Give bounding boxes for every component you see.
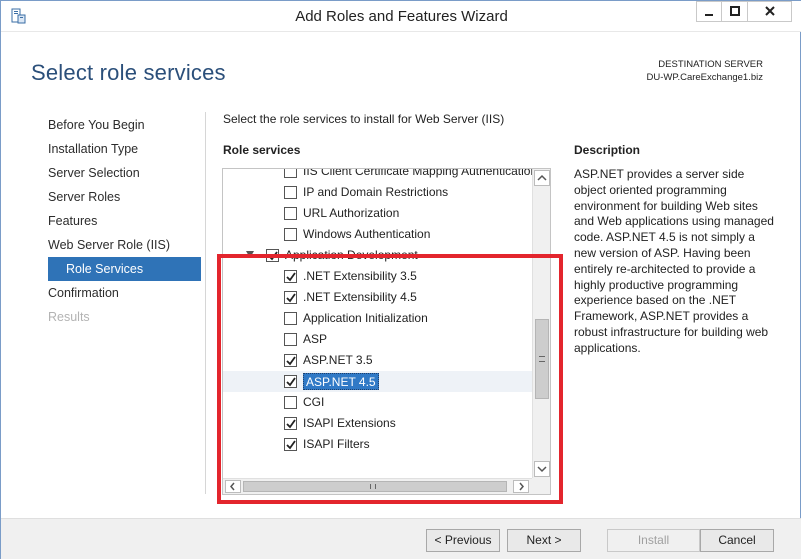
role-service-checkbox[interactable] xyxy=(284,207,297,220)
cancel-button[interactable]: Cancel xyxy=(700,529,774,552)
role-service-checkbox[interactable] xyxy=(284,333,297,346)
chevron-down-icon xyxy=(537,466,547,473)
role-service-label: ASP.NET 4.5 xyxy=(303,373,379,390)
destination-server-label: DESTINATION SERVER xyxy=(658,59,763,70)
role-service-checkbox[interactable] xyxy=(284,417,297,430)
role-service-checkbox[interactable] xyxy=(284,438,297,451)
vertical-scroll-thumb[interactable] xyxy=(535,319,549,399)
tree-row[interactable]: ASP xyxy=(223,329,532,350)
role-service-label: IIS Client Certificate Mapping Authentic… xyxy=(303,169,532,178)
tree-row[interactable]: ISAPI Extensions xyxy=(223,413,532,434)
scroll-corner xyxy=(532,478,550,494)
vertical-scrollbar[interactable] xyxy=(532,169,550,478)
instructions-text: Select the role services to install for … xyxy=(223,112,505,126)
role-service-label: .NET Extensibility 3.5 xyxy=(303,269,417,283)
next-button[interactable]: Next > xyxy=(507,529,581,552)
scroll-left-button[interactable] xyxy=(225,480,241,493)
grip-icon xyxy=(539,356,545,362)
role-service-label: Application Development xyxy=(285,248,418,262)
checkmark-icon xyxy=(286,377,296,387)
nav-item-before-you-begin[interactable]: Before You Begin xyxy=(48,113,203,137)
install-button: Install xyxy=(607,529,700,552)
role-service-checkbox[interactable] xyxy=(284,186,297,199)
tree-row[interactable]: IIS Client Certificate Mapping Authentic… xyxy=(223,169,532,182)
checkmark-icon xyxy=(286,272,296,282)
minimize-icon xyxy=(705,14,713,16)
page-title: Select role services xyxy=(31,60,226,85)
role-service-checkbox[interactable] xyxy=(284,354,297,367)
chevron-right-icon xyxy=(519,482,524,491)
tree-row[interactable]: IP and Domain Restrictions xyxy=(223,182,532,203)
role-services-header: Role services xyxy=(223,143,301,157)
chevron-left-icon xyxy=(230,482,235,491)
role-service-checkbox[interactable] xyxy=(284,291,297,304)
wizard-nav: Before You Begin Installation Type Serve… xyxy=(48,113,203,329)
role-services-list: IIS Client Certificate Mapping Authentic… xyxy=(223,169,532,478)
tree-row[interactable]: Application Development xyxy=(223,245,532,266)
description-body: ASP.NET provides a server side object or… xyxy=(574,167,774,355)
checkmark-icon xyxy=(286,293,296,303)
grip-icon xyxy=(370,484,376,489)
footer-bar: < Previous Next > Install Cancel xyxy=(1,518,801,559)
nav-divider xyxy=(205,112,206,494)
nav-item-role-services[interactable]: Role Services xyxy=(48,257,201,281)
expand-collapse-icon[interactable] xyxy=(246,251,254,258)
role-service-label: ASP.NET 3.5 xyxy=(303,353,373,367)
description-header: Description xyxy=(574,143,641,157)
nav-item-web-server-role[interactable]: Web Server Role (IIS) xyxy=(48,233,203,257)
maximize-icon xyxy=(729,6,740,16)
title-bar: Add Roles and Features Wizard xyxy=(1,1,801,32)
window-title: Add Roles and Features Wizard xyxy=(295,8,508,25)
horizontal-scroll-thumb[interactable] xyxy=(243,481,507,492)
nav-item-confirmation[interactable]: Confirmation xyxy=(48,281,203,305)
maximize-button[interactable] xyxy=(722,1,748,22)
role-service-checkbox[interactable] xyxy=(284,228,297,241)
minimize-button[interactable] xyxy=(696,1,722,22)
wizard-window: Add Roles and Features Wizard Select rol… xyxy=(0,0,801,559)
previous-button[interactable]: < Previous xyxy=(426,529,500,552)
role-service-label: .NET Extensibility 4.5 xyxy=(303,290,417,304)
nav-item-features[interactable]: Features xyxy=(48,209,203,233)
tree-row[interactable]: .NET Extensibility 4.5 xyxy=(223,287,532,308)
scroll-up-button[interactable] xyxy=(534,170,550,186)
role-service-checkbox[interactable] xyxy=(284,169,297,178)
role-service-label: ASP xyxy=(303,332,328,346)
chevron-up-icon xyxy=(537,174,547,181)
checkmark-icon xyxy=(286,419,296,429)
checkmark-icon xyxy=(286,440,296,450)
tree-row[interactable]: ASP.NET 3.5 xyxy=(223,350,532,371)
role-service-checkbox[interactable] xyxy=(284,375,297,388)
role-service-label: Application Initialization xyxy=(303,311,428,325)
horizontal-scrollbar[interactable] xyxy=(223,478,550,494)
role-service-label: URL Authorization xyxy=(303,206,400,220)
close-icon xyxy=(764,6,775,16)
role-service-checkbox[interactable] xyxy=(284,270,297,283)
role-service-label: ISAPI Filters xyxy=(303,437,370,451)
role-service-label: Windows Authentication xyxy=(303,227,431,241)
role-service-label: IP and Domain Restrictions xyxy=(303,185,449,199)
role-service-checkbox[interactable] xyxy=(266,249,279,262)
scroll-right-button[interactable] xyxy=(513,480,529,493)
role-service-label: ISAPI Extensions xyxy=(303,416,396,430)
close-button[interactable] xyxy=(748,1,792,22)
tree-row[interactable]: URL Authorization xyxy=(223,203,532,224)
tree-row[interactable]: ASP.NET 4.5 xyxy=(223,371,532,392)
tree-row[interactable]: CGI xyxy=(223,392,532,413)
tree-row[interactable]: ISAPI Filters xyxy=(223,434,532,455)
role-service-checkbox[interactable] xyxy=(284,312,297,325)
nav-item-results: Results xyxy=(48,310,90,324)
role-service-label: CGI xyxy=(303,395,325,409)
tree-row[interactable]: Application Initialization xyxy=(223,308,532,329)
role-service-checkbox[interactable] xyxy=(284,396,297,409)
nav-item-server-roles[interactable]: Server Roles xyxy=(48,185,203,209)
scroll-down-button[interactable] xyxy=(534,461,550,477)
tree-row[interactable]: .NET Extensibility 3.5 xyxy=(223,266,532,287)
role-services-tree[interactable]: IIS Client Certificate Mapping Authentic… xyxy=(222,168,551,495)
checkmark-icon xyxy=(286,356,296,366)
nav-item-server-selection[interactable]: Server Selection xyxy=(48,161,203,185)
nav-item-installation-type[interactable]: Installation Type xyxy=(48,137,203,161)
checkmark-icon xyxy=(268,251,278,261)
destination-server-value: DU-WP.CareExchange1.biz xyxy=(646,72,763,83)
tree-row[interactable]: Windows Authentication xyxy=(223,224,532,245)
